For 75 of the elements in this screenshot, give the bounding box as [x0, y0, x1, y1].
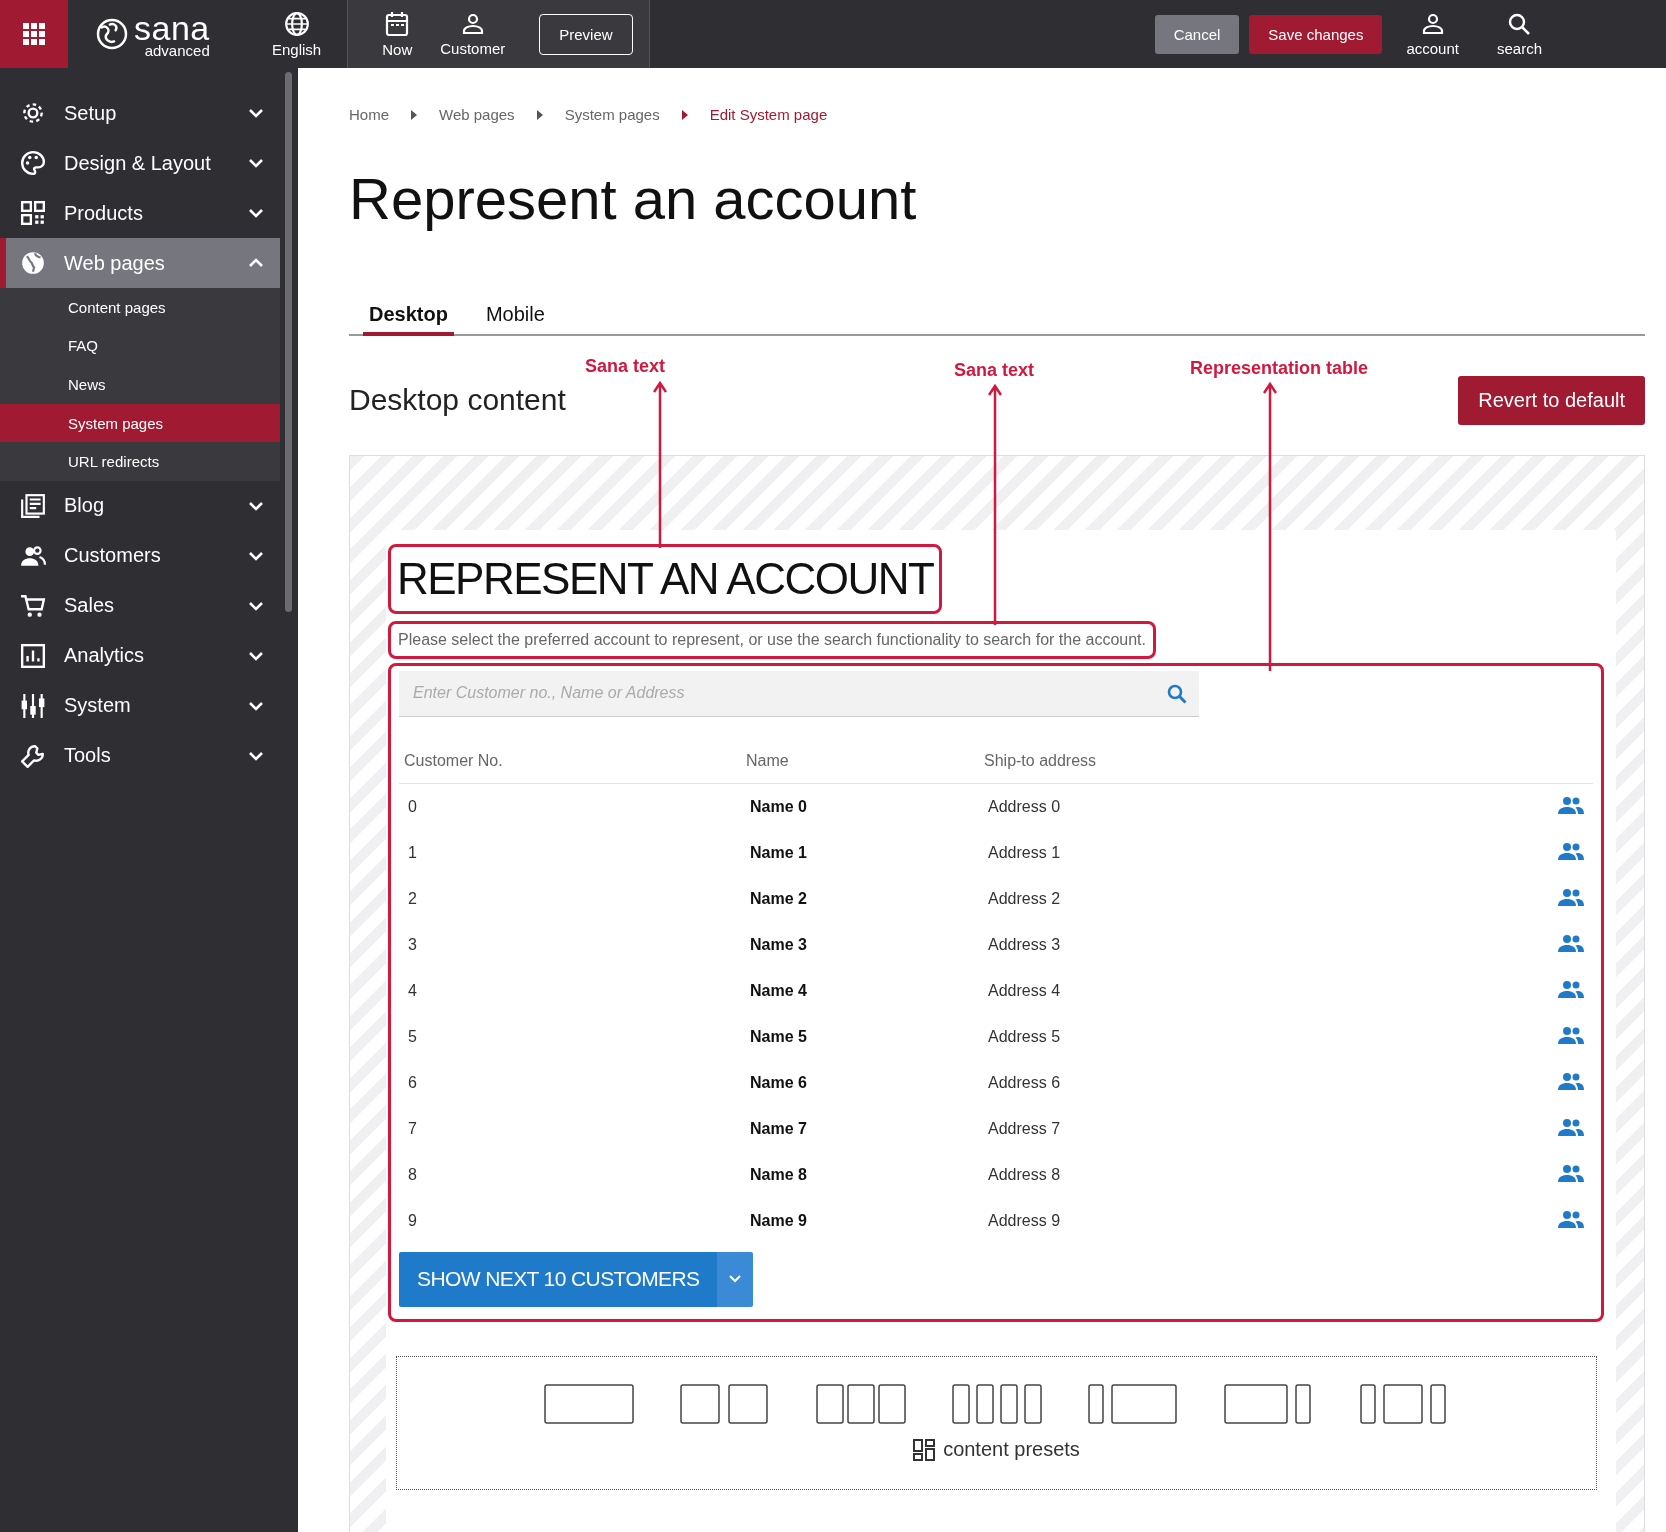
- column-header: Customer No.: [404, 751, 503, 769]
- table-cell: Name 4: [750, 981, 807, 999]
- table-cell: Address 9: [988, 1211, 1061, 1229]
- logo-subtitle: advanced: [144, 42, 210, 58]
- sidebar-item[interactable]: Design & Layout: [0, 138, 280, 188]
- table-cell: 4: [408, 981, 417, 999]
- table-cell: Address 5: [988, 1027, 1061, 1045]
- content-presets-button[interactable]: content presets: [913, 1438, 1080, 1462]
- table-cell: Name 9: [750, 1211, 807, 1229]
- sidebar-subitem[interactable]: URL redirects: [0, 442, 280, 481]
- table-cell: 2: [408, 889, 417, 907]
- column-header: Name: [746, 751, 789, 769]
- preview-description: Please select the preferred account to represent, or use the search functionality to search for the account.: [398, 630, 1146, 649]
- customer-button[interactable]: Customer: [426, 11, 520, 57]
- section-title: Desktop content: [349, 383, 566, 418]
- table-cell: Name 3: [750, 935, 807, 953]
- table-cell: 6: [408, 1073, 417, 1091]
- table-cell: 5: [408, 1027, 417, 1045]
- sidebar-item[interactable]: Web pages: [0, 238, 280, 288]
- sidebar-item[interactable]: Customers: [0, 530, 280, 581]
- sidebar-subitem[interactable]: Content pages: [0, 288, 280, 327]
- table-cell: 8: [408, 1165, 417, 1183]
- table-cell: Address 6: [988, 1073, 1061, 1091]
- table-cell: Address 4: [988, 981, 1061, 999]
- language-button[interactable]: English: [258, 0, 336, 68]
- date-button[interactable]: Now: [368, 10, 427, 58]
- table-cell: Address 7: [988, 1119, 1061, 1137]
- table-cell: 0: [408, 797, 417, 815]
- table-cell: Name 0: [750, 797, 807, 815]
- table-cell: Name 5: [750, 1027, 807, 1045]
- search-field[interactable]: Enter Customer no., Name or Address: [399, 670, 1199, 717]
- sidebar-item[interactable]: Analytics: [0, 630, 280, 681]
- table-cell: Name 2: [750, 889, 807, 907]
- save-button[interactable]: Save changes: [1249, 14, 1383, 54]
- sidebar-item[interactable]: Setup: [0, 88, 280, 138]
- table-cell: 7: [408, 1119, 417, 1137]
- sidebar-item[interactable]: Blog: [0, 480, 280, 531]
- account-button[interactable]: account: [1392, 11, 1473, 57]
- sidebar-item[interactable]: Products: [0, 188, 280, 238]
- annotation-label: Representation table: [1190, 358, 1368, 379]
- table-cell: Address 8: [988, 1165, 1061, 1183]
- search-button[interactable]: search: [1482, 11, 1556, 57]
- sidebar-item[interactable]: System: [0, 680, 280, 731]
- breadcrumb-link[interactable]: Home: [349, 106, 389, 123]
- preview-heading: REPRESENT AN ACCOUNT: [397, 552, 934, 605]
- breadcrumb-link[interactable]: System pages: [564, 106, 660, 123]
- sidebar-item[interactable]: Tools: [0, 730, 280, 781]
- table-cell: 9: [408, 1211, 417, 1229]
- preview-button[interactable]: Preview: [539, 13, 633, 55]
- table-cell: Name 1: [750, 843, 807, 861]
- table-cell: Address 0: [988, 797, 1061, 815]
- show-more-button[interactable]: SHOW NEXT 10 CUSTOMERS: [399, 1251, 718, 1307]
- table-cell: Name 8: [750, 1165, 807, 1183]
- table-cell: Name 6: [750, 1073, 807, 1091]
- sidebar-subitem[interactable]: System pages: [0, 403, 280, 443]
- column-header: Ship-to address: [984, 751, 1097, 769]
- table-cell: Address 2: [988, 889, 1061, 907]
- sidebar-item[interactable]: Sales: [0, 580, 280, 631]
- sidebar-subitem[interactable]: FAQ: [0, 326, 280, 366]
- table-cell: Name 7: [750, 1119, 807, 1137]
- table-cell: Address 1: [988, 843, 1061, 861]
- tab[interactable]: Mobile: [479, 302, 551, 336]
- annotation-label: Sana text: [585, 356, 665, 377]
- logo-name: sana: [134, 10, 210, 45]
- table-cell: 1: [408, 843, 417, 861]
- sidebar-subitem[interactable]: News: [0, 365, 280, 404]
- breadcrumb-link[interactable]: Edit System page: [709, 106, 828, 123]
- table-cell: Address 3: [988, 935, 1061, 953]
- table-cell: 3: [408, 935, 417, 953]
- page-title: Represent an account: [349, 167, 918, 231]
- annotation-label: Sana text: [954, 360, 1034, 381]
- tab[interactable]: Desktop: [363, 302, 454, 336]
- revert-button[interactable]: Revert to default: [1458, 375, 1645, 425]
- breadcrumb-link[interactable]: Web pages: [439, 106, 515, 123]
- cancel-button[interactable]: Cancel: [1154, 14, 1240, 54]
